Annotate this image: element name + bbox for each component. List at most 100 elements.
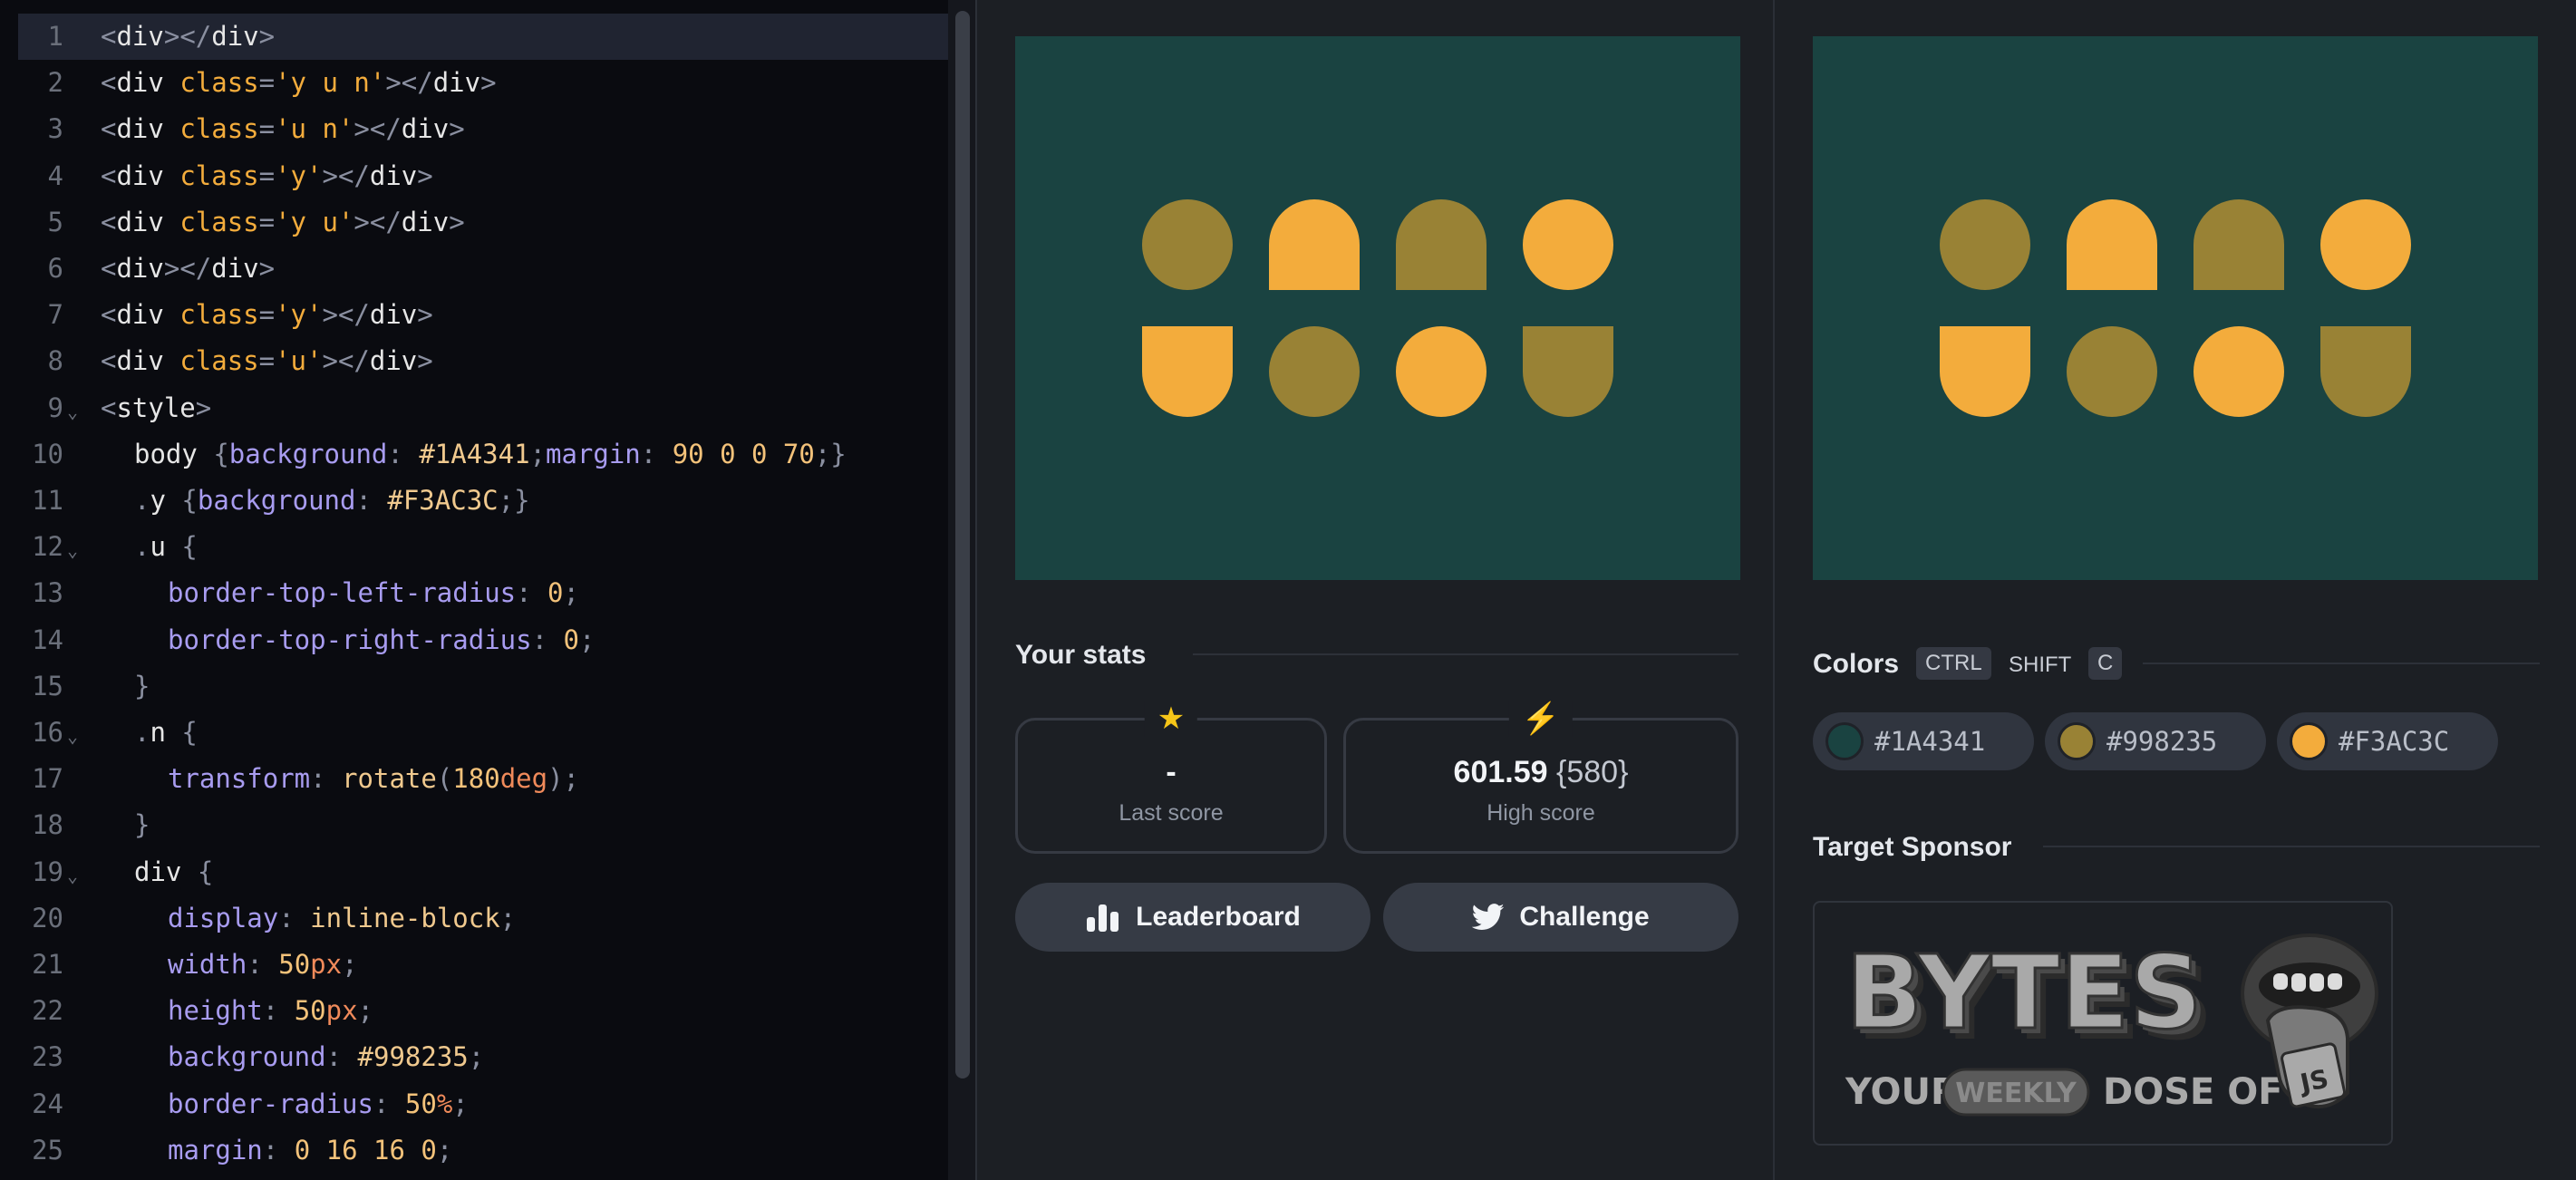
line-number: 16 <box>32 717 63 748</box>
svg-text:DOSE OF: DOSE OF <box>2103 1071 2283 1113</box>
code-line[interactable]: 7 <div class='y'></div> <box>0 292 952 338</box>
code-line[interactable]: 15} <box>0 663 952 710</box>
target-panel: Colors CTRL SHIFT C #1A4341 #998235 #F3A… <box>1777 0 2576 1180</box>
code-line[interactable]: 2 <div class='y u n'></div> <box>0 60 952 106</box>
code-text: .n { <box>134 717 198 748</box>
color-chip-yellow[interactable]: #F3AC3C <box>2277 712 2498 770</box>
line-number: 18 <box>32 809 63 841</box>
code-line[interactable]: 20 display: inline-block; <box>0 895 952 942</box>
preview-shape <box>2067 326 2157 417</box>
code-line[interactable]: 6 <div></div> <box>0 246 952 292</box>
color-hex: #998235 <box>2106 726 2218 757</box>
code-text: height: 50px; <box>168 995 373 1027</box>
code-line[interactable]: 4 <div class='y'></div> <box>0 153 952 199</box>
fold-chevron-icon[interactable]: ⌄ <box>67 713 78 759</box>
code-line[interactable]: 17 transform: rotate(180deg); <box>0 756 952 802</box>
preview-shape <box>2320 326 2411 417</box>
color-swatch <box>2058 722 2096 760</box>
code-line[interactable]: 18} <box>0 802 952 848</box>
challenge-label: Challenge <box>1519 902 1650 932</box>
line-number: 15 <box>32 670 63 701</box>
code-line[interactable]: 22 height: 50px; <box>0 988 952 1034</box>
code-text: background: #998235; <box>168 1041 485 1073</box>
line-number: 1 <box>47 21 63 52</box>
code-text: <div class='y u n'></div> <box>101 67 497 99</box>
lightning-icon: ⚡ <box>1508 701 1574 737</box>
code-text: } <box>134 670 150 701</box>
code-line[interactable]: 3 <div class='u n'></div> <box>0 106 952 152</box>
shortcut-key-ctrl: CTRL <box>1916 647 1991 680</box>
line-number: 2 <box>47 67 63 99</box>
line-number: 14 <box>32 624 63 655</box>
star-icon: ★ <box>1144 701 1198 737</box>
color-chip-olive[interactable]: #998235 <box>2045 712 2266 770</box>
preview-shape <box>1142 199 1233 290</box>
preview-shape <box>2320 199 2411 290</box>
preview-shape <box>1523 326 1613 417</box>
high-score-label: High score <box>1487 800 1595 826</box>
output-preview[interactable] <box>1015 36 1740 580</box>
code-text: <div class='u n'></div> <box>101 113 465 145</box>
line-number: 5 <box>47 206 63 237</box>
leaderboard-button[interactable]: Leaderboard <box>1015 883 1370 952</box>
code-text: border-top-left-radius: 0; <box>168 577 579 609</box>
sponsor-ad[interactable]: BYTES BYTES BYTES YOUR WEEKLY DOSE OF JS <box>1813 901 2393 1146</box>
code-line[interactable]: 5 <div class='y u'></div> <box>0 199 952 246</box>
code-line[interactable]: 1 <div></div> <box>18 14 952 60</box>
code-line[interactable]: 21 width: 50px; <box>0 942 952 988</box>
code-line[interactable]: 9 ⌄ <style> <box>0 385 952 431</box>
preview-shape <box>1940 199 2030 290</box>
leaderboard-label: Leaderboard <box>1136 902 1301 932</box>
code-text: width: 50px; <box>168 949 358 980</box>
line-number: 20 <box>32 902 63 933</box>
preview-shape <box>2193 326 2284 417</box>
challenge-button[interactable]: Challenge <box>1383 883 1738 952</box>
code-text: <div class='u'></div> <box>101 345 433 377</box>
code-text: div { <box>134 856 214 887</box>
target-preview[interactable] <box>1813 36 2538 580</box>
bytes-logo: BYTES BYTES BYTES YOUR WEEKLY DOSE OF JS <box>1845 933 2378 1117</box>
code-line[interactable]: 23 background: #998235; <box>0 1034 952 1080</box>
bar-chart-icon <box>1087 904 1119 932</box>
code-line[interactable]: 10 body {background: #1A4341;margin: 90 0… <box>0 431 952 478</box>
fold-chevron-icon[interactable]: ⌄ <box>67 853 78 899</box>
code-line[interactable]: 13 border-top-left-radius: 0; <box>0 570 952 616</box>
line-number: 7 <box>47 299 63 331</box>
code-text: margin: 0 16 16 0; <box>168 1134 453 1165</box>
code-text: display: inline-block; <box>168 902 517 933</box>
editor-scrollbar[interactable] <box>955 11 970 1078</box>
preview-shape <box>1396 199 1487 290</box>
code-line[interactable]: 8 <div class='u'></div> <box>0 338 952 384</box>
fold-chevron-icon[interactable]: ⌄ <box>67 389 78 435</box>
preview-shape <box>1269 199 1360 290</box>
code-text: <div></div> <box>101 253 276 284</box>
preview-shape <box>2067 199 2157 290</box>
line-number: 17 <box>32 763 63 795</box>
line-number: 9 <box>47 392 63 423</box>
line-number: 21 <box>32 949 63 980</box>
line-number: 12 <box>32 531 63 563</box>
line-number: 3 <box>47 113 63 145</box>
high-score-best: {580} <box>1556 755 1629 789</box>
code-line[interactable]: 14 border-top-right-radius: 0; <box>0 617 952 663</box>
code-line[interactable]: 16 ⌄ .n { <box>0 710 952 756</box>
code-text: border-radius: 50%; <box>168 1088 469 1119</box>
code-line[interactable]: 11 .y {background: #F3AC3C;} <box>0 478 952 524</box>
line-number: 11 <box>32 485 63 516</box>
shortcut-key-c: C <box>2088 647 2123 680</box>
last-score-card: ★ - Last score <box>1015 701 1327 854</box>
code-line[interactable]: 25 margin: 0 16 16 0; <box>0 1127 952 1174</box>
code-text: <div class='y u'></div> <box>101 206 465 237</box>
last-score-label: Last score <box>1119 800 1224 826</box>
preview-shape <box>1523 199 1613 290</box>
color-chip-background[interactable]: #1A4341 <box>1813 712 2034 770</box>
line-number: 4 <box>47 160 63 191</box>
code-line[interactable]: 12 ⌄ .u { <box>0 524 952 570</box>
code-editor[interactable]: 1 <div></div> 2 <div class='y u n'></div> 3 <… <box>0 0 977 1180</box>
colors-divider <box>2143 663 2540 664</box>
svg-text:WEEKLY: WEEKLY <box>1955 1078 2077 1109</box>
preview-shape <box>1142 326 1233 417</box>
code-line[interactable]: 24 border-radius: 50%; <box>0 1081 952 1127</box>
code-line[interactable]: 19 ⌄ div { <box>0 849 952 895</box>
fold-chevron-icon[interactable]: ⌄ <box>67 527 78 574</box>
